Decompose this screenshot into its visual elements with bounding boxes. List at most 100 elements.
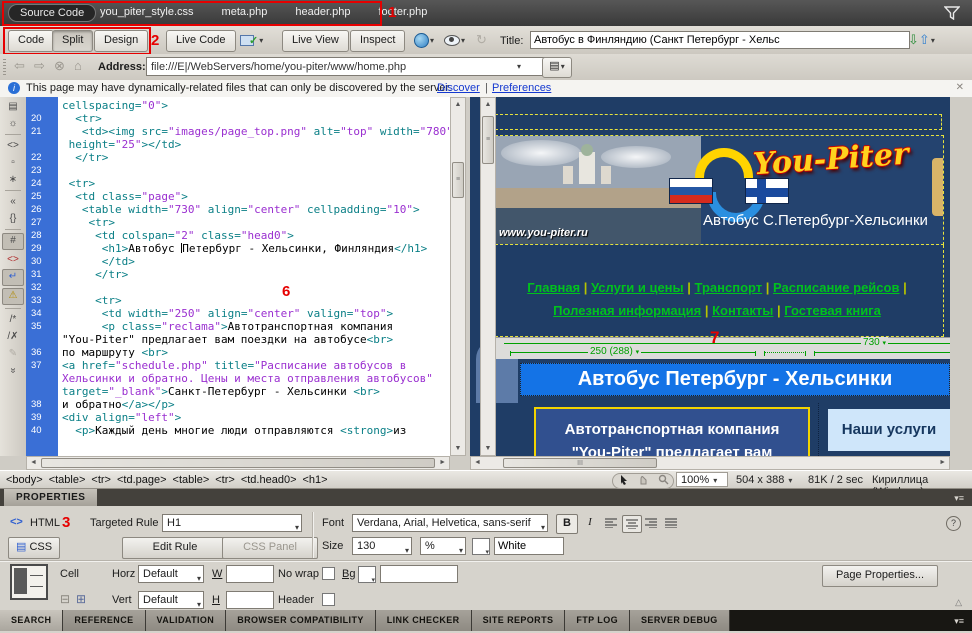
scroll-down-icon[interactable]: ▼ (451, 445, 465, 452)
scroll-thumb[interactable]: III (503, 458, 657, 468)
table-width-bar[interactable]: 730 ▾ 250 (288) ▾ (496, 337, 950, 359)
syntax-error-alerts-icon[interactable]: ⚠ (2, 288, 24, 305)
edit-rule-button[interactable]: Edit Rule (122, 537, 228, 559)
results-tab-search[interactable]: SEARCH (0, 610, 63, 631)
horz-select[interactable]: Default▾ (138, 565, 204, 583)
site-banner[interactable]: You-Piter Автобус С.Петербург-Хельсинки … (490, 135, 944, 245)
file-management-icon[interactable]: ⇩⇧▾ (908, 32, 935, 48)
code-navigator-icon[interactable]: ☼ (3, 116, 23, 131)
tag-selector-item[interactable]: <table> (49, 474, 86, 486)
html-mode-icon[interactable]: <> (10, 516, 23, 528)
collapse-panel-icon[interactable]: » (6, 361, 21, 381)
results-tab-server-debug[interactable]: SERVER DEBUG (630, 610, 730, 631)
word-wrap-icon[interactable]: ↵ (2, 269, 24, 286)
scroll-right-icon[interactable]: ► (939, 459, 946, 466)
scroll-down-icon[interactable]: ▼ (481, 445, 495, 452)
line-numbers-icon[interactable]: # (2, 233, 24, 250)
live-view-button[interactable]: Live View (282, 30, 349, 52)
code-line[interactable]: 27 <tr> (26, 216, 450, 229)
back-icon[interactable]: ⇦ (14, 58, 25, 74)
format-source-code-icon[interactable]: ✎ (3, 346, 23, 361)
magnification-select[interactable]: 100% ▾ (676, 472, 728, 487)
column-width-250[interactable]: 250 (288) ▾ (588, 346, 641, 357)
code-line[interactable]: 26 <table width="730" align="center" cel… (26, 203, 450, 216)
html-mode-label[interactable]: HTML (30, 517, 60, 529)
code-line[interactable]: Хельсинки и обратно. Цены и места отправ… (26, 372, 450, 385)
select-parent-tag-icon[interactable]: « (3, 194, 23, 209)
scroll-thumb[interactable]: ≡ (452, 162, 464, 198)
page-heading[interactable]: Автобус Петербург - Хельсинки (520, 363, 950, 396)
align-left-icon[interactable] (602, 515, 620, 531)
address-dropdown-icon[interactable]: ▾ (517, 62, 521, 71)
code-line[interactable]: 24 <tr> (26, 177, 450, 190)
design-vertical-scrollbar[interactable]: ▲ ≡ ▼ (480, 97, 496, 456)
toolbar-grip[interactable] (3, 59, 6, 75)
code-line[interactable]: 40 <p>Каждый день многие люди отправляют… (26, 424, 450, 437)
code-line[interactable]: 22 </tr> (26, 151, 450, 164)
code-line[interactable]: 31 </tr> (26, 268, 450, 281)
no-wrap-checkbox[interactable] (322, 567, 335, 580)
header-checkbox[interactable] (322, 593, 335, 606)
menu-link[interactable]: Расписание рейсов (773, 280, 899, 295)
remove-comment-icon[interactable]: /✗ (3, 329, 23, 344)
panel-menu-icon[interactable]: ▾≡ (954, 493, 964, 504)
split-view-button[interactable]: Split (52, 30, 93, 52)
code-vertical-scrollbar[interactable]: ▲ ≡ ▼ (450, 97, 466, 456)
menu-link[interactable]: Транспорт (695, 280, 763, 295)
bold-button[interactable]: B (556, 514, 578, 534)
text-color-swatch[interactable] (472, 538, 490, 555)
balance-braces-icon[interactable]: {} (3, 211, 23, 226)
code-line[interactable]: 30 </td> (26, 255, 450, 268)
zoom-tool-icon[interactable] (658, 474, 669, 488)
refresh-icon[interactable]: ↻ (476, 32, 487, 48)
code-line[interactable]: 39<div align="left"> (26, 411, 450, 424)
close-infobar-icon[interactable]: ✕ (956, 82, 964, 93)
properties-tab[interactable]: PROPERTIES (4, 489, 97, 506)
design-horizontal-scrollbar[interactable]: ◄ III ► (470, 456, 950, 470)
tag-selector-item[interactable]: <tr> (215, 474, 235, 486)
page-properties-button[interactable]: Page Properties... (822, 565, 938, 587)
code-line[interactable]: 25 <td class="page"> (26, 190, 450, 203)
targeted-rule-select[interactable]: H1▾ (162, 514, 302, 532)
design-view[interactable]: You-Piter Автобус С.Петербург-Хельсинки … (470, 97, 950, 456)
results-tab-site-reports[interactable]: SITE REPORTS (472, 610, 566, 631)
scroll-thumb[interactable] (41, 458, 435, 468)
promo-box[interactable]: Автотранспортная компания"You-Piter" пре… (534, 407, 810, 456)
menu-link[interactable]: Гостевая книга (784, 303, 881, 318)
code-horizontal-scrollbar[interactable]: ◄ ► (26, 456, 450, 470)
code-line[interactable]: cellspacing="0"> (26, 99, 450, 112)
stop-icon[interactable]: ⊗ (54, 58, 65, 74)
align-center-icon[interactable] (622, 515, 642, 533)
tag-selector-item[interactable]: <td.page> (117, 474, 167, 486)
results-tab-validation[interactable]: VALIDATION (146, 610, 227, 631)
tag-selector-item[interactable]: <tr> (91, 474, 111, 486)
code-line[interactable]: height="25"></td> (26, 138, 450, 151)
results-tab-link-checker[interactable]: LINK CHECKER (376, 610, 472, 631)
code-line[interactable]: 32 (26, 281, 450, 294)
check-browser-compatibility-icon[interactable]: ✓▾ (240, 34, 263, 47)
live-code-button[interactable]: Live Code (166, 30, 236, 52)
code-line[interactable]: 28 <td colspan="2" class="head0"> (26, 229, 450, 242)
scroll-thumb[interactable]: ≡ (482, 116, 494, 164)
collapse-selection-icon[interactable]: ▫ (3, 155, 23, 170)
code-line[interactable]: 35 <p class="reclama">Автотранспортная к… (26, 320, 450, 333)
open-documents-icon[interactable]: ▤ (3, 99, 23, 114)
preferences-link[interactable]: Preferences (492, 82, 551, 94)
scroll-up-icon[interactable]: ▲ (451, 101, 465, 108)
browser-list-icon[interactable]: ▤▾ (542, 57, 572, 78)
page-top-strip[interactable] (490, 114, 942, 130)
css-mode-button[interactable]: ▤ CSS (8, 537, 60, 559)
code-editor[interactable]: cellspacing="0">20 <tr>21 <td><img src="… (26, 97, 450, 456)
design-view-button[interactable]: Design (94, 30, 148, 52)
tag-selector-item[interactable]: <table> (173, 474, 210, 486)
results-tab-browser-compatibility[interactable]: BROWSER COMPATIBILITY (226, 610, 376, 631)
help-icon[interactable]: ? (946, 516, 961, 531)
scroll-right-icon[interactable]: ► (439, 459, 446, 466)
bg-color-swatch[interactable] (358, 566, 376, 583)
code-line[interactable]: "You-Piter" предлагает вам поездки на ав… (26, 333, 450, 346)
filter-icon[interactable] (944, 6, 960, 23)
inspect-button[interactable]: Inspect (350, 30, 405, 52)
css-panel-button[interactable]: CSS Panel (222, 537, 318, 559)
apply-comment-icon[interactable]: /* (3, 312, 23, 327)
code-line[interactable]: 23 (26, 164, 450, 177)
